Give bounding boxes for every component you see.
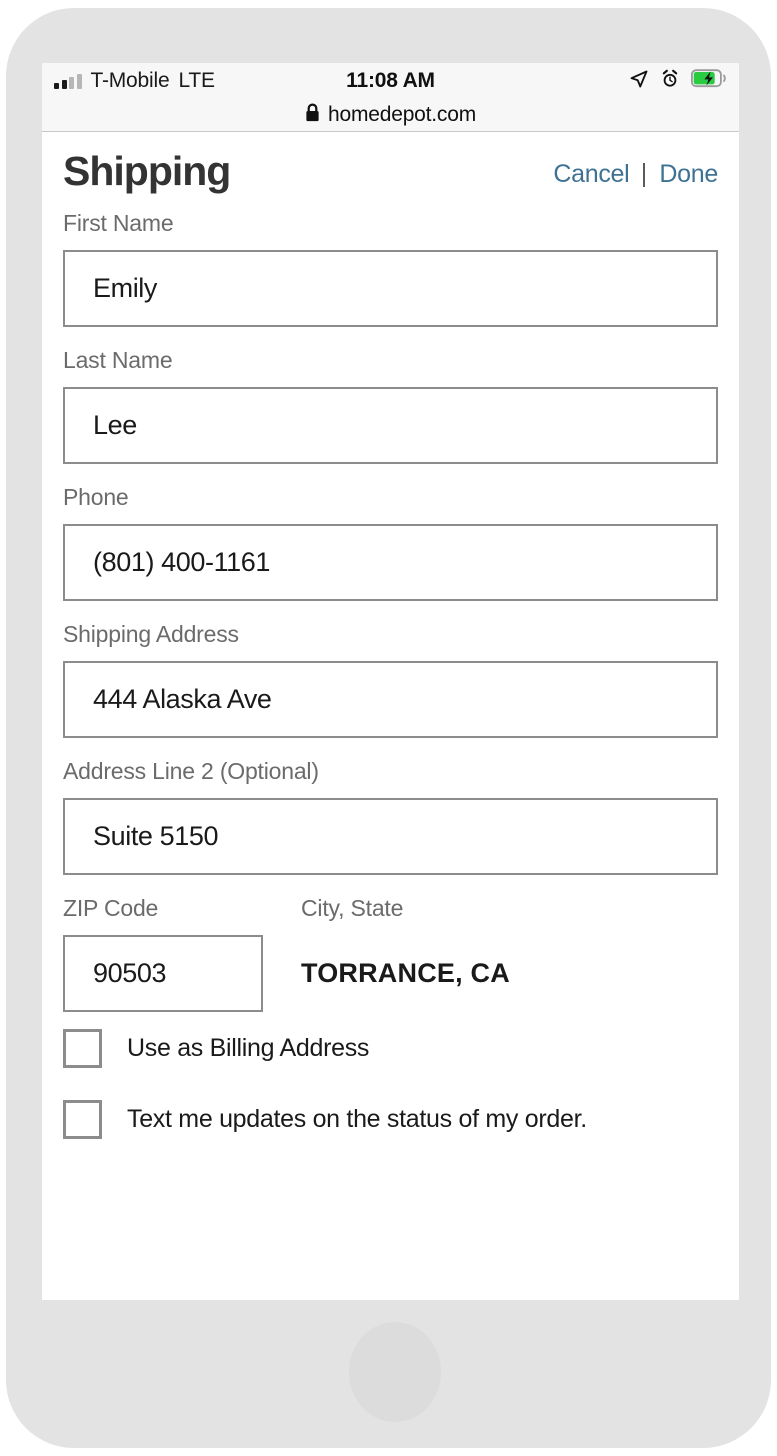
alarm-clock-icon [660, 69, 680, 94]
cancel-button[interactable]: Cancel [553, 160, 629, 189]
header-actions: Cancel Done [553, 160, 718, 189]
phone-screen: T-Mobile LTE 11:08 AM homedepot.com Ship… [42, 63, 739, 1300]
field-first-name: First Name Emily [63, 210, 718, 327]
text-updates-label: Text me updates on the status of my orde… [127, 1105, 587, 1133]
field-city-state: City, State TORRANCE, CA [301, 895, 718, 1012]
address-line-2-input[interactable]: Suite 5150 [63, 798, 718, 875]
field-shipping-address: Shipping Address 444 Alaska Ave [63, 621, 718, 738]
address-line-2-label: Address Line 2 (Optional) [63, 758, 319, 784]
page-header: Shipping Cancel Done [42, 132, 739, 210]
field-last-name: Last Name Lee [63, 347, 718, 464]
checkbox-row-billing-address[interactable]: Use as Billing Address [63, 1029, 718, 1068]
last-name-input[interactable]: Lee [63, 387, 718, 464]
zip-code-label: ZIP Code [63, 895, 159, 921]
url-text: homedepot.com [328, 103, 476, 126]
location-arrow-icon [629, 69, 649, 94]
battery-charging-icon [690, 69, 727, 93]
phone-input[interactable]: (801) 400-1161 [63, 524, 718, 601]
shipping-address-label: Shipping Address [63, 621, 239, 647]
phone-bezel: T-Mobile LTE 11:08 AM homedepot.com Ship… [6, 8, 771, 1448]
phone-label: Phone [63, 484, 129, 510]
done-button[interactable]: Done [659, 160, 718, 189]
header-divider [643, 162, 646, 187]
checkbox-row-text-updates[interactable]: Text me updates on the status of my orde… [63, 1100, 718, 1139]
first-name-input[interactable]: Emily [63, 250, 718, 327]
zip-city-row: ZIP Code 90503 City, State TORRANCE, CA [63, 895, 718, 1012]
billing-address-label: Use as Billing Address [127, 1034, 370, 1062]
zip-code-input[interactable]: 90503 [63, 935, 263, 1012]
browser-url-bar[interactable]: homedepot.com [42, 99, 739, 132]
last-name-label: Last Name [63, 347, 173, 373]
city-state-label: City, State [301, 895, 404, 921]
status-bar-right [629, 69, 727, 94]
page-title: Shipping [63, 148, 231, 194]
status-bar: T-Mobile LTE 11:08 AM [42, 63, 739, 99]
lock-icon [305, 103, 320, 127]
home-button[interactable] [349, 1322, 441, 1422]
field-zip-code: ZIP Code 90503 [63, 895, 263, 1012]
field-address-line-2: Address Line 2 (Optional) Suite 5150 [63, 758, 718, 875]
text-updates-checkbox[interactable] [63, 1100, 102, 1139]
billing-address-checkbox[interactable] [63, 1029, 102, 1068]
field-phone: Phone (801) 400-1161 [63, 484, 718, 601]
shipping-address-input[interactable]: 444 Alaska Ave [63, 661, 718, 738]
shipping-form: First Name Emily Last Name Lee Phone (80… [42, 210, 739, 1139]
city-state-value: TORRANCE, CA [301, 958, 510, 988]
first-name-label: First Name [63, 210, 174, 236]
